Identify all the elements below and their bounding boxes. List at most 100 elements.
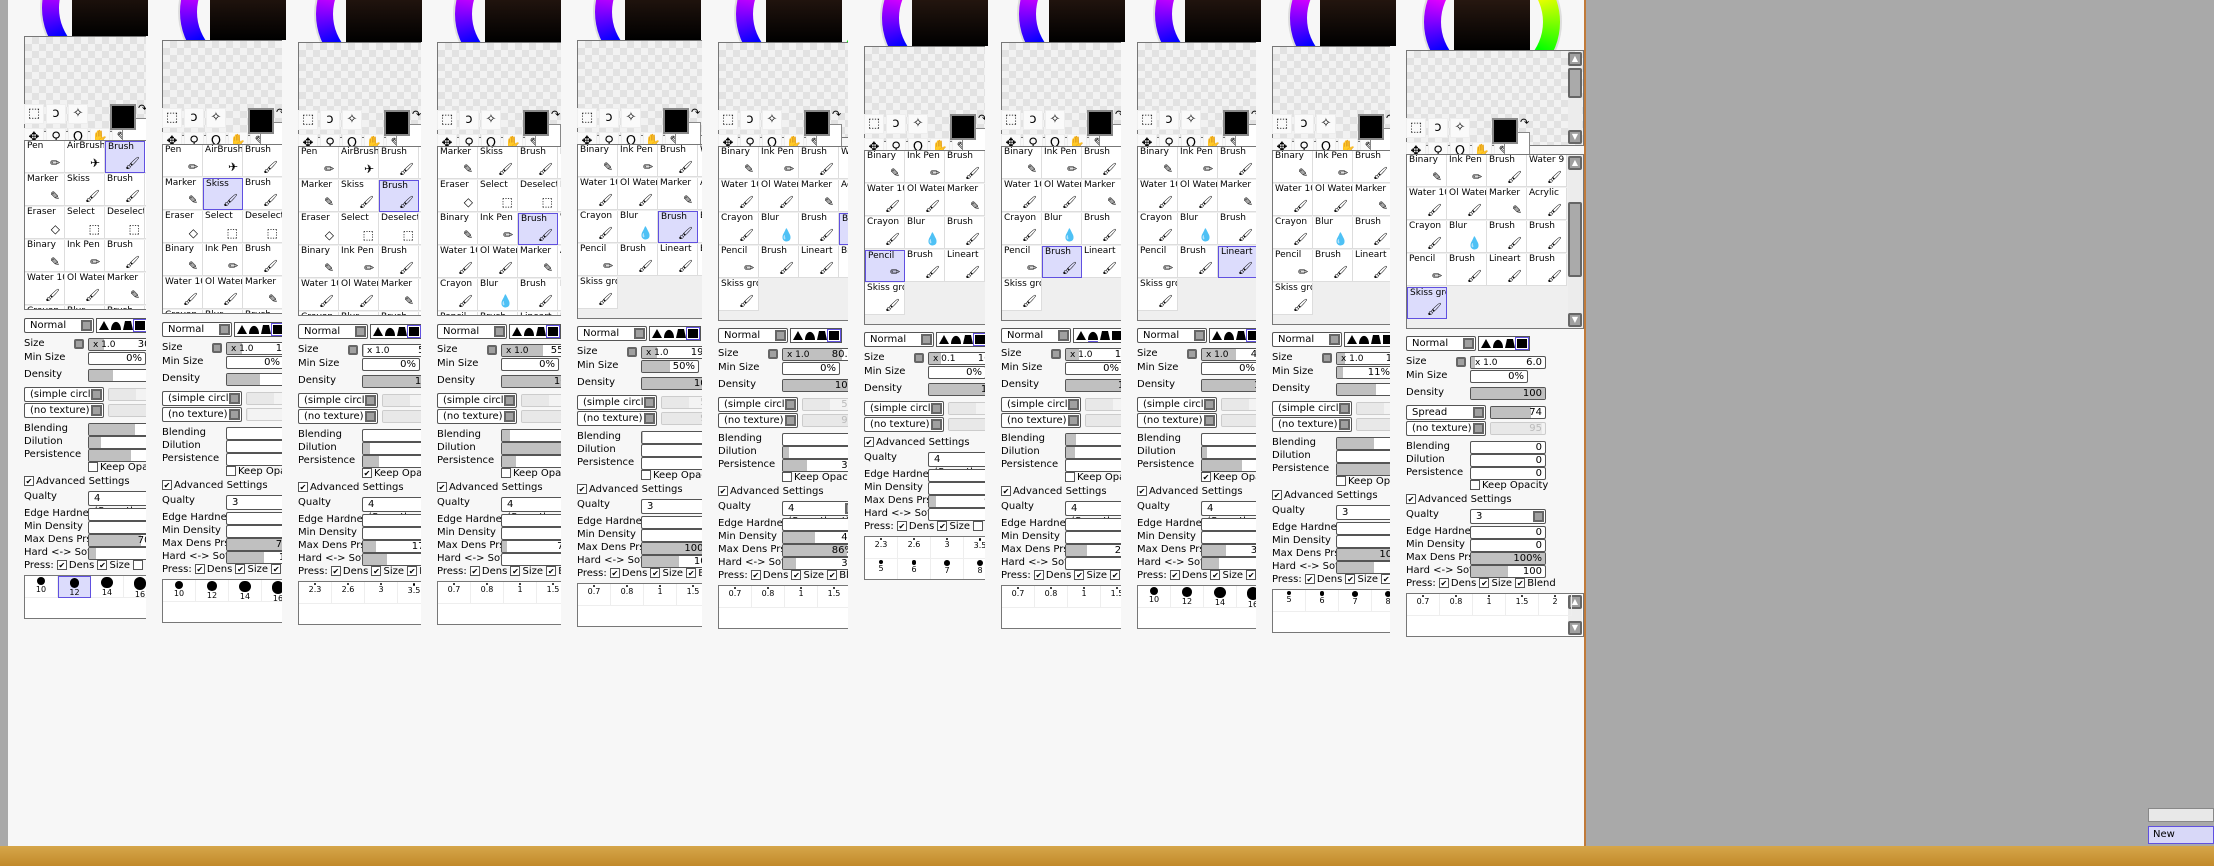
brush-preset-water-10[interactable]: Water 10 🖌 xyxy=(163,277,203,309)
brush-preset-lineart[interactable]: Lineart 🖌 xyxy=(799,246,839,278)
brush-preset-brush[interactable]: Brush 🖌 xyxy=(518,147,558,179)
brush-preset-binary[interactable]: Binary ✎ xyxy=(1138,147,1178,179)
tip-shape-2[interactable] xyxy=(805,331,815,340)
pressure-size-checkbox[interactable]: ✔ Size xyxy=(510,566,546,577)
foreground-color-swatch[interactable] xyxy=(1087,110,1113,136)
brush-preset-marker[interactable]: Marker ✎ xyxy=(1082,180,1122,212)
brush-size-0.7[interactable]: 0.7 xyxy=(578,584,611,606)
min-size-slider[interactable]: 0% xyxy=(782,362,840,375)
color-square[interactable] xyxy=(346,0,422,42)
brush-preset-skiss[interactable]: Skiss 🖌 xyxy=(478,147,518,179)
brush-preset-skiss[interactable]: Skiss 🖌 xyxy=(65,174,105,206)
min-size-slider[interactable]: 0% xyxy=(362,358,420,371)
brush-grid-scrollbar[interactable]: ▲▼ xyxy=(1568,156,1582,327)
blend-mode-dropdown[interactable]: Normal xyxy=(1406,336,1476,351)
brush-size-12[interactable]: 12 xyxy=(196,580,229,602)
brush-size-6[interactable]: 6 xyxy=(898,559,931,579)
persistence-slider[interactable]: 0 xyxy=(1470,467,1546,480)
brush-preset-ol-water[interactable]: Ol Water 🖌 xyxy=(618,178,658,210)
brush-size-14[interactable]: 14 xyxy=(91,576,124,598)
hard-soft-slider[interactable]: 36 xyxy=(782,557,858,570)
brush-preset-ink-pen[interactable]: Ink Pen ✏ xyxy=(618,145,658,177)
color-square[interactable] xyxy=(1454,0,1530,50)
foreground-color-swatch[interactable] xyxy=(523,110,549,136)
advanced-settings-checkbox[interactable]: ✔ Advanced Settings xyxy=(864,437,970,448)
advanced-settings-checkbox[interactable]: ✔ Advanced Settings xyxy=(718,486,824,497)
brush-shape-dropdown[interactable]: (simple circle) xyxy=(718,397,798,412)
brush-size-0.8[interactable]: 0.8 xyxy=(752,586,785,608)
brush-preset-binary[interactable]: Binary ✎ xyxy=(1002,147,1042,179)
brush-size-0.7[interactable]: 0.7 xyxy=(438,582,471,604)
rect-select-tool-button[interactable]: ⬚ xyxy=(1272,114,1292,134)
magic-wand-tool-button[interactable]: ✧ xyxy=(206,108,226,128)
pressure-dens-checkbox[interactable]: ✔ Dens xyxy=(330,566,372,577)
color-square[interactable] xyxy=(766,0,842,42)
brush-preset-eraser[interactable]: Eraser ◇ xyxy=(25,207,65,239)
brush-preset-marker[interactable]: Marker ✎ xyxy=(1487,188,1527,220)
brush-preset-blur[interactable]: Blur 💧 xyxy=(1447,221,1487,253)
brush-preset-water-10[interactable]: Water 10 🖌 xyxy=(299,279,339,311)
color-square[interactable] xyxy=(210,0,286,40)
brush-preset-ol-water[interactable]: Ol Water 🖌 xyxy=(1042,180,1082,212)
rect-select-tool-button[interactable]: ⬚ xyxy=(162,108,182,128)
brush-preset-binary[interactable]: Binary ✎ xyxy=(578,145,618,177)
brush-preset-brush[interactable]: Brush 🖌 xyxy=(945,151,985,183)
brush-preset-ol-water[interactable]: Ol Water 🖌 xyxy=(203,277,243,309)
brush-preset-marker[interactable]: Marker ✎ xyxy=(518,246,558,278)
brush-preset-crayon[interactable]: Crayon 🖌 xyxy=(865,217,905,249)
size-slider[interactable]: x 1.0 80.0 xyxy=(782,348,858,361)
brush-tip-shape-selector[interactable] xyxy=(509,324,561,339)
brush-preset-pencil[interactable]: Pencil ✏ xyxy=(578,244,618,276)
brush-preset-pencil[interactable]: Pencil ✏ xyxy=(1138,246,1178,278)
brush-preset-eraser[interactable]: Eraser ◇ xyxy=(299,213,339,245)
brush-preset-marker[interactable]: Marker ✎ xyxy=(105,273,145,305)
brush-preset-brush[interactable]: Brush 🖌 xyxy=(1313,250,1353,282)
max-dens-prs-slider[interactable]: 86% xyxy=(782,544,858,557)
foreground-color-swatch[interactable] xyxy=(804,110,830,136)
blend-mode-dropdown[interactable]: Normal xyxy=(437,324,507,339)
brush-preset-ol-water[interactable]: Ol Water 🖌 xyxy=(905,184,945,216)
foreground-color-swatch[interactable] xyxy=(1492,118,1518,144)
brush-size-5[interactable]: 5 xyxy=(1273,590,1306,612)
tip-shape-2[interactable] xyxy=(1493,339,1503,348)
quality-dropdown[interactable]: 3 xyxy=(1470,509,1546,524)
tip-shape-4[interactable] xyxy=(973,333,987,346)
brush-size-14[interactable]: 14 xyxy=(229,580,262,602)
pressure-dens-checkbox[interactable]: ✔ Dens xyxy=(469,566,511,577)
color-square[interactable] xyxy=(1185,0,1261,42)
brush-size-1.5[interactable]: 1.5 xyxy=(818,586,851,608)
brush-shape-dropdown[interactable]: (simple circle) xyxy=(1137,397,1217,412)
brush-size-0.7[interactable]: 0.7 xyxy=(1002,586,1035,608)
scroll-thumb[interactable] xyxy=(1568,68,1582,98)
brush-preset-ol-water[interactable]: Ol Water 🖌 xyxy=(65,273,105,305)
advanced-settings-checkbox[interactable]: ✔ Advanced Settings xyxy=(1272,490,1378,501)
edge-hardness-slider[interactable]: 0 xyxy=(782,518,858,531)
brush-preset-binary[interactable]: Binary ✎ xyxy=(865,151,905,183)
brush-shape-dropdown[interactable]: Spread xyxy=(1406,405,1486,420)
brush-preset-ol-water[interactable]: Ol Water 🖌 xyxy=(478,246,518,278)
pressure-size-checkbox[interactable]: ✔ Size xyxy=(97,560,133,571)
min-density-slider[interactable]: 43 xyxy=(782,531,858,544)
tip-shape-1[interactable] xyxy=(939,335,949,344)
brush-preset-ink-pen[interactable]: Ink Pen ✏ xyxy=(65,240,105,272)
brush-preset-ink-pen[interactable]: Ink Pen ✏ xyxy=(1313,151,1353,183)
foreground-color-swatch[interactable] xyxy=(663,108,689,134)
texture-dropdown[interactable]: (no texture) xyxy=(1406,421,1486,436)
rect-select-tool-button[interactable]: ⬚ xyxy=(1406,118,1426,138)
brush-size-3[interactable]: 3 xyxy=(365,582,398,604)
advanced-settings-checkbox[interactable]: ✔ Advanced Settings xyxy=(437,482,543,493)
dilution-slider[interactable]: 8 xyxy=(782,446,858,459)
brush-preset-airbrush[interactable]: AirBrush ✈ xyxy=(65,141,105,173)
tip-shape-3[interactable] xyxy=(1236,331,1246,340)
tip-shape-2[interactable] xyxy=(249,325,259,334)
brush-preset-crayon[interactable]: Crayon 🖌 xyxy=(438,279,478,311)
brush-preset-blur[interactable]: Blur 💧 xyxy=(478,279,518,311)
texture-dropdown[interactable]: (no texture) xyxy=(24,403,104,418)
brush-preset-brush[interactable]: Brush 🖌 xyxy=(945,217,985,249)
size-range-button[interactable] xyxy=(1322,353,1332,363)
brush-preset-binary[interactable]: Binary ✎ xyxy=(438,213,478,245)
advanced-settings-checkbox[interactable]: ✔ Advanced Settings xyxy=(577,484,683,495)
brush-preset-water-10[interactable]: Water 10 🖌 xyxy=(1138,180,1178,212)
brush-preset-brush[interactable]: Brush 🖌 xyxy=(1353,217,1393,249)
brush-preset-select[interactable]: Select ⬚ xyxy=(203,211,243,243)
